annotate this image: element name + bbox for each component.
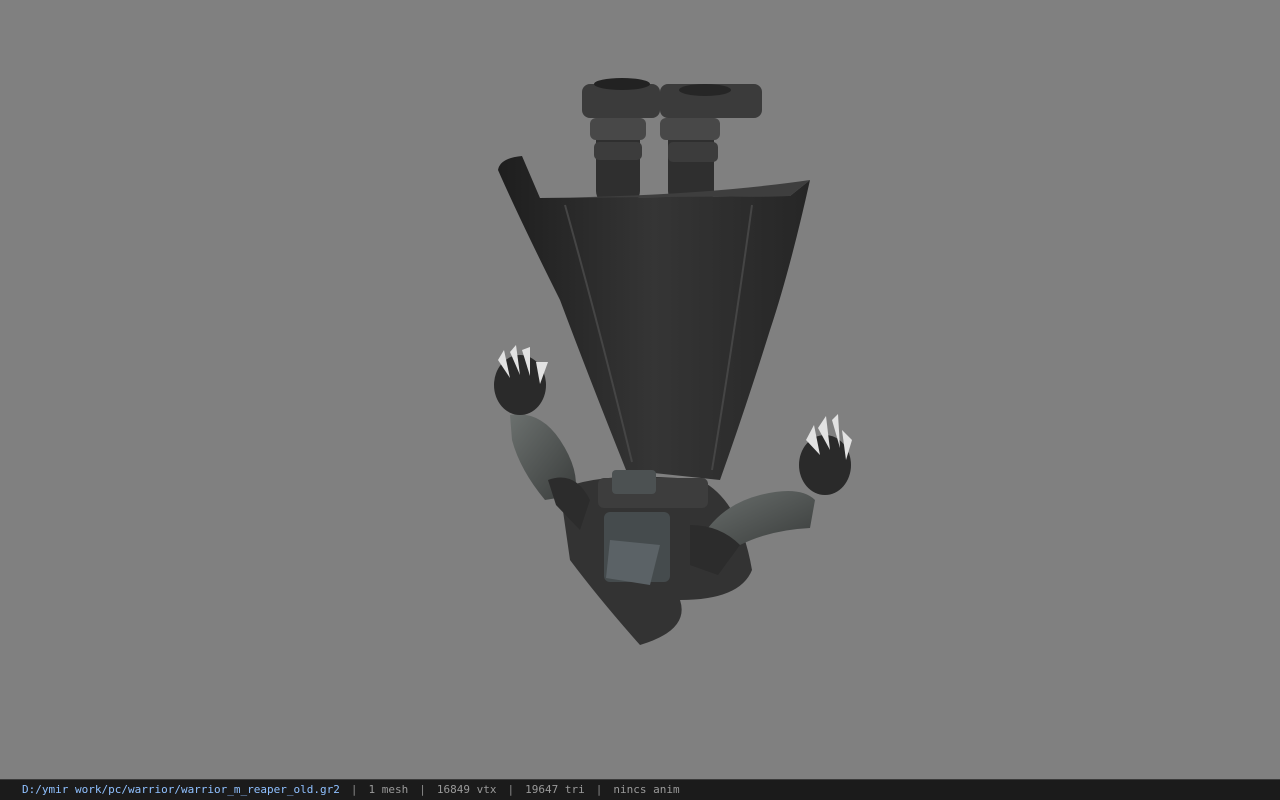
model-render xyxy=(494,78,852,645)
status-bar: D:/ymir work/pc/warrior/warrior_m_reaper… xyxy=(0,779,1280,800)
3d-viewport[interactable] xyxy=(0,0,1280,779)
separator: | xyxy=(507,783,515,796)
separator: | xyxy=(419,783,426,796)
vertex-count: 16849 vtx xyxy=(436,783,497,796)
model-legs xyxy=(582,78,762,205)
model-left-arm xyxy=(494,345,590,530)
mesh-count: 1 mesh xyxy=(368,783,409,796)
animation-status: nincs anim xyxy=(613,783,680,796)
file-path: D:/ymir work/pc/warrior/warrior_m_reaper… xyxy=(22,783,340,796)
separator: | xyxy=(595,783,603,796)
separator: | xyxy=(350,783,358,796)
triangle-count: 19647 tri xyxy=(525,783,585,796)
